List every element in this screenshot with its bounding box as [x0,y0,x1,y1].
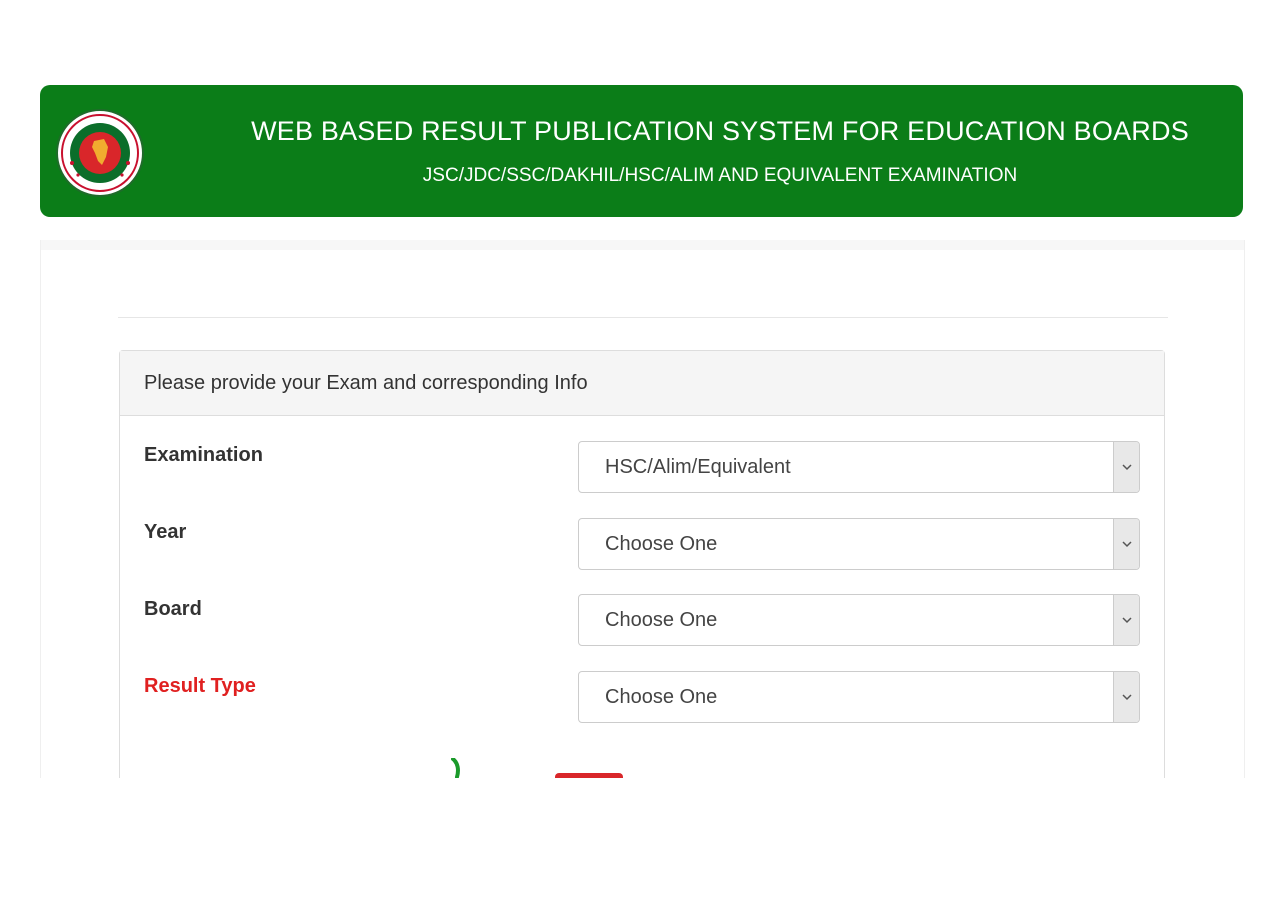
exam-info-panel: Please provide your Exam and correspondi… [119,350,1165,778]
captcha-fragment-icon [451,758,460,778]
header-banner: WEB BASED RESULT PUBLICATION SYSTEM FOR … [40,85,1243,217]
panel-heading: Please provide your Exam and correspondi… [120,351,1164,416]
result-type-select-value: Choose One [605,686,718,708]
page: WEB BASED RESULT PUBLICATION SYSTEM FOR … [0,0,1280,910]
chevron-down-icon[interactable] [1113,519,1139,569]
examination-select[interactable]: HSC/Alim/Equivalent [578,441,1140,493]
page-title: WEB BASED RESULT PUBLICATION SYSTEM FOR … [251,116,1189,146]
government-seal-icon [56,109,144,197]
chevron-down-icon[interactable] [1113,672,1139,722]
page-subtitle: JSC/JDC/SSC/DAKHIL/HSC/ALIM AND EQUIVALE… [422,165,1018,186]
content-top-band [41,240,1244,250]
submit-button[interactable] [555,773,623,778]
chevron-down-icon[interactable] [1113,595,1139,645]
section-divider [118,317,1168,318]
year-label: Year [144,521,187,543]
board-label: Board [144,598,202,620]
board-select-value: Choose One [605,609,718,631]
examination-select-value: HSC/Alim/Equivalent [605,456,791,478]
result-type-label: Result Type [144,675,256,697]
panel-heading-text: Please provide your Exam and correspondi… [144,372,588,394]
year-select-value: Choose One [605,533,718,555]
main-content: Please provide your Exam and correspondi… [40,240,1245,778]
board-select[interactable]: Choose One [578,594,1140,646]
examination-label: Examination [144,444,263,466]
year-select[interactable]: Choose One [578,518,1140,570]
result-type-select[interactable]: Choose One [578,671,1140,723]
chevron-down-icon[interactable] [1113,442,1139,492]
